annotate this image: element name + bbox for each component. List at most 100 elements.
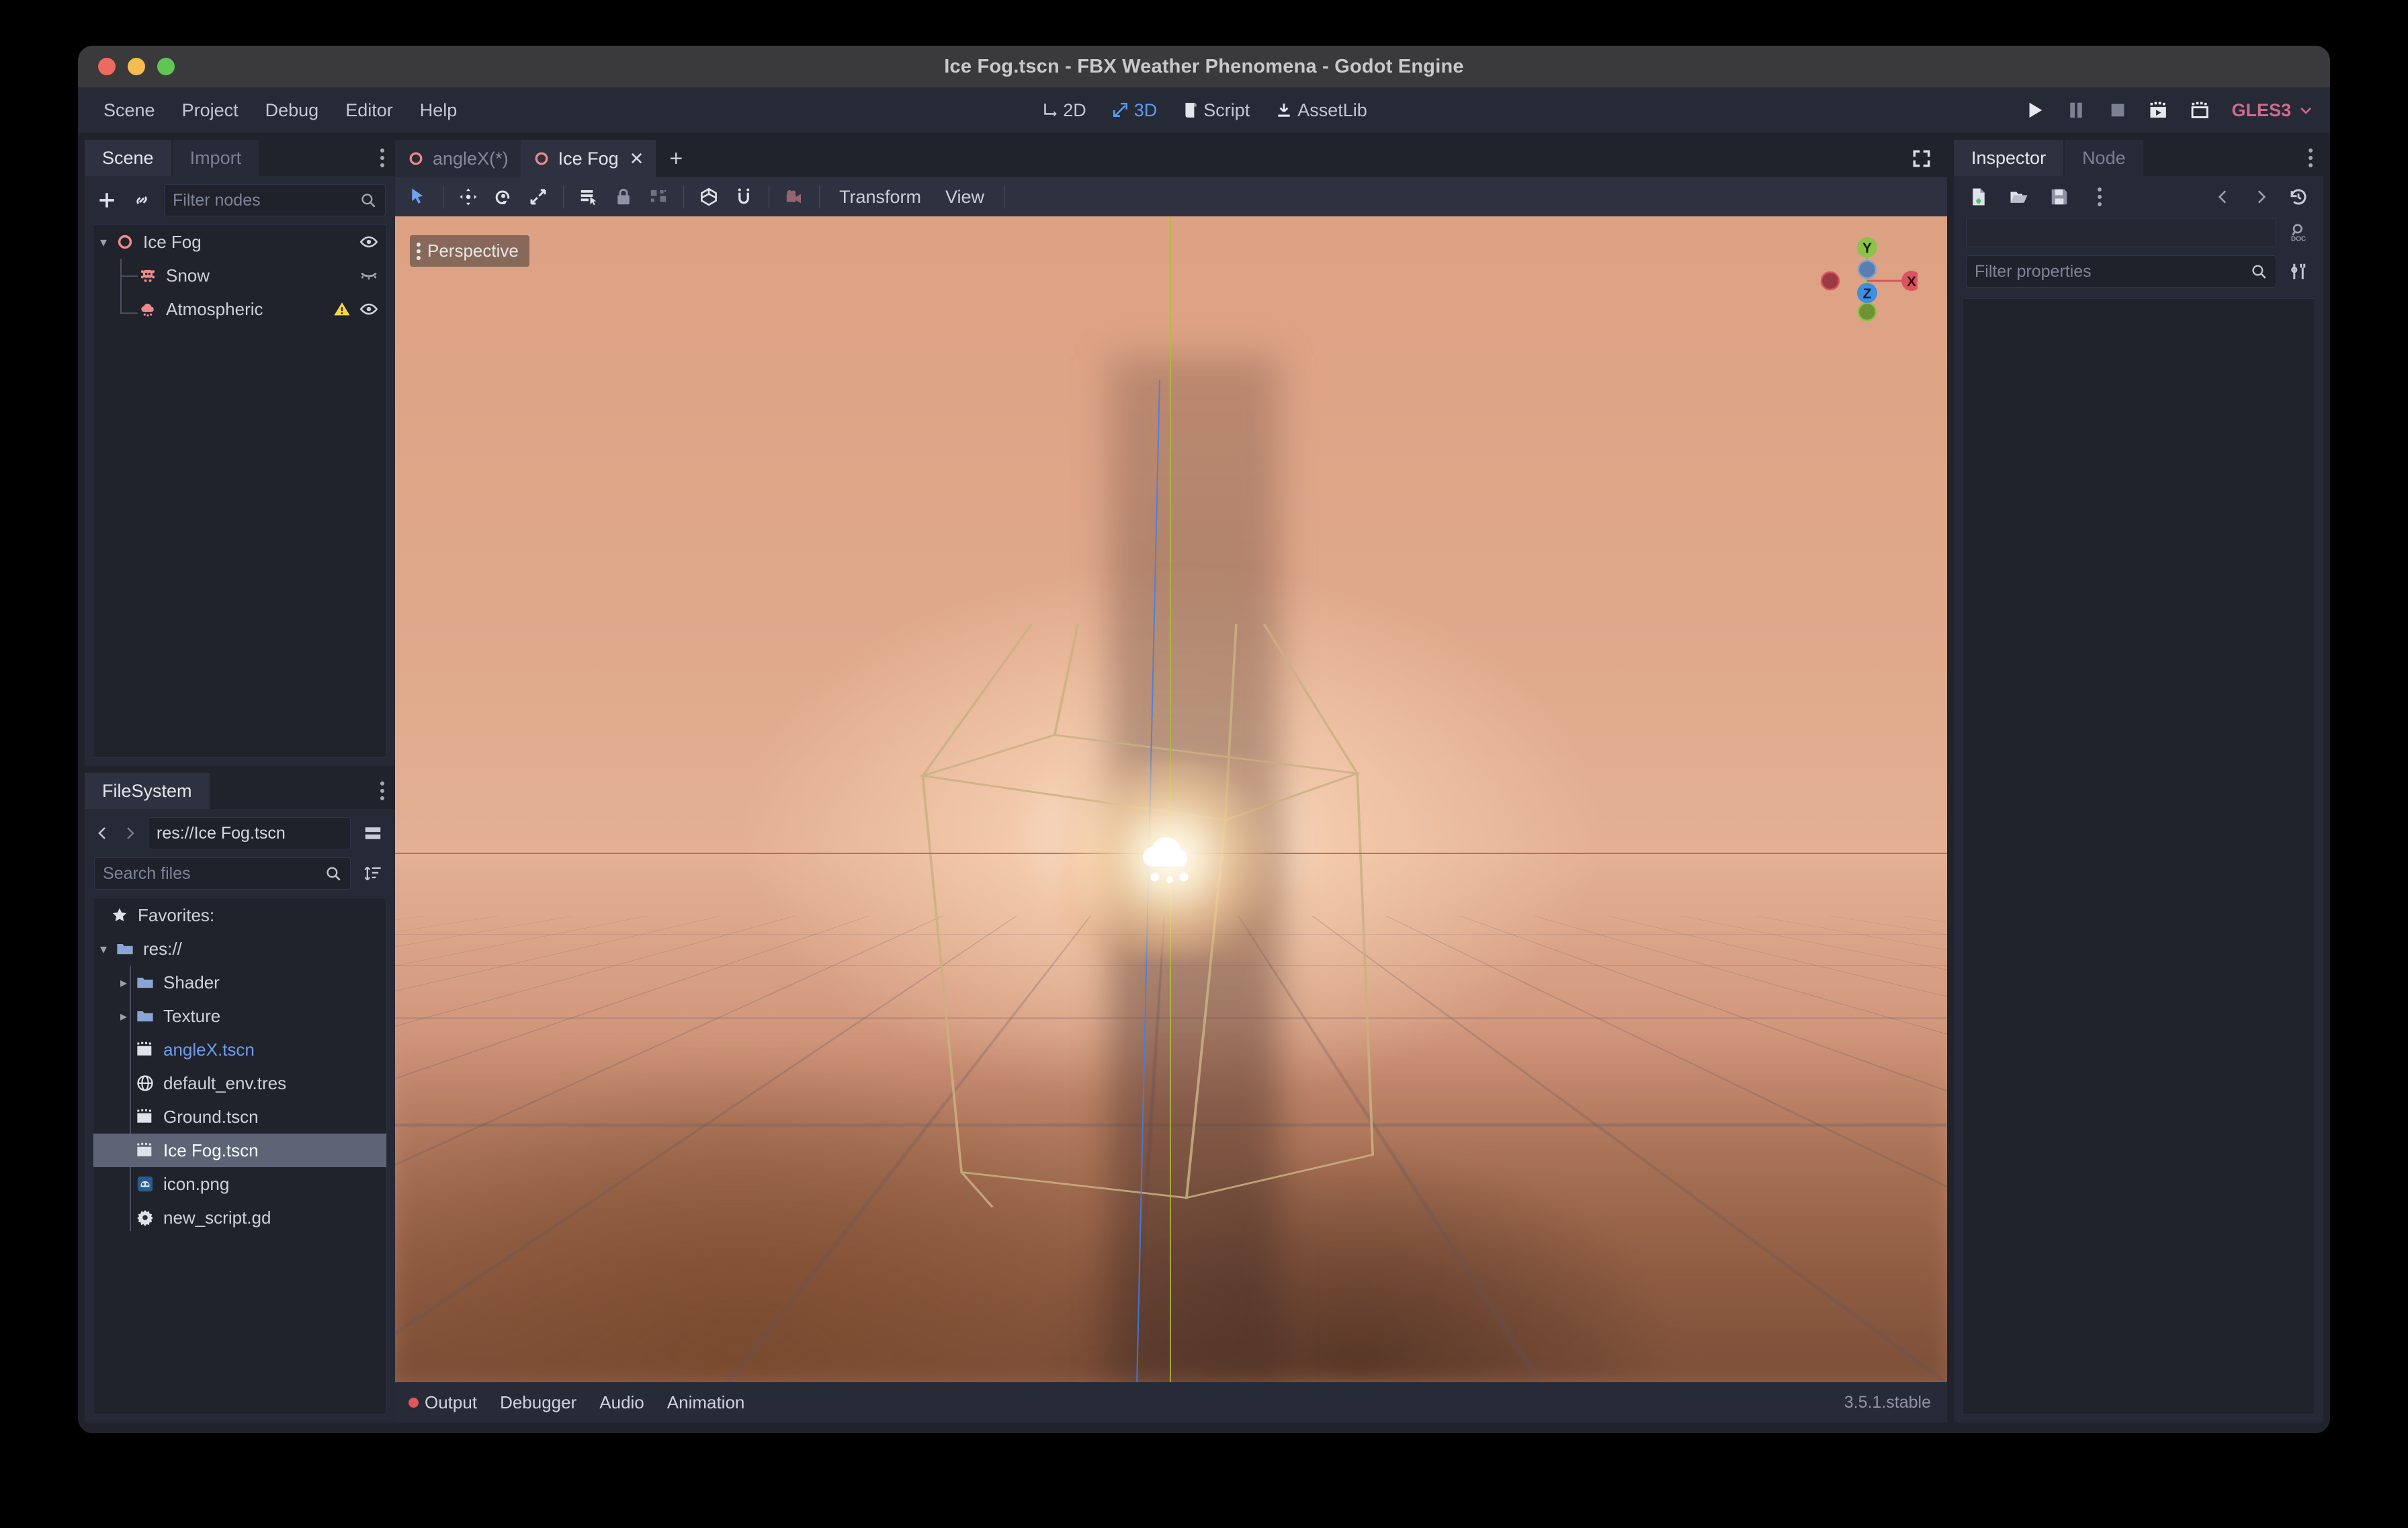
chevron-right-icon[interactable]: ▸ xyxy=(114,1008,134,1025)
history-next-button[interactable] xyxy=(2248,184,2274,210)
filesystem-path-input[interactable]: res://Ice Fog.tscn xyxy=(148,817,351,849)
bottom-pane-audio[interactable]: Audio xyxy=(599,1392,644,1413)
new-file-icon[interactable] xyxy=(1966,184,1991,210)
nav-back-button[interactable] xyxy=(94,820,112,846)
menu-project[interactable]: Project xyxy=(169,93,252,128)
scene-node-atmospheric[interactable]: Atmospheric xyxy=(93,292,386,326)
pause-button[interactable] xyxy=(2065,99,2088,122)
move-tool[interactable] xyxy=(452,182,484,212)
eye-closed-icon[interactable] xyxy=(359,266,378,285)
save-icon[interactable] xyxy=(2047,184,2072,210)
history-icon[interactable] xyxy=(2286,184,2311,210)
transform-menu[interactable]: Transform xyxy=(828,187,932,208)
nav-forward-button[interactable] xyxy=(121,820,138,846)
perspective-menu-button[interactable]: Perspective xyxy=(410,235,529,267)
filter-properties-input[interactable]: Filter properties xyxy=(1966,255,2276,288)
tab-scene[interactable]: Scene xyxy=(85,140,171,176)
play-button[interactable] xyxy=(2023,99,2046,122)
snap-tool[interactable] xyxy=(728,182,760,212)
scale-tool[interactable] xyxy=(522,182,554,212)
tab-node[interactable]: Node xyxy=(2065,140,2143,176)
scene-dock-menu-button[interactable] xyxy=(380,148,384,167)
menu-editor[interactable]: Editor xyxy=(332,93,406,128)
stop-button[interactable] xyxy=(2106,99,2129,122)
editor-tab-anglex[interactable]: angleX(*) xyxy=(395,140,521,177)
filesystem-entry-icon-png[interactable]: icon.png xyxy=(93,1167,386,1201)
play-scene-button[interactable] xyxy=(2148,99,2171,122)
chevron-down-icon[interactable]: ▾ xyxy=(93,941,114,958)
filesystem-entry-ice-fog-scene[interactable]: Ice Fog.tscn xyxy=(93,1134,386,1167)
3d-viewport[interactable]: Perspective Y Z X xyxy=(395,216,1947,1382)
group-tool[interactable] xyxy=(642,182,675,212)
eye-icon[interactable] xyxy=(359,232,378,251)
search-doc-icon[interactable]: DOC xyxy=(2286,220,2311,245)
tab-filesystem[interactable]: FileSystem xyxy=(85,773,210,809)
gizmo-axis-neg-x xyxy=(1820,271,1840,291)
chevron-down-icon[interactable]: ▾ xyxy=(93,234,114,251)
add-node-button[interactable] xyxy=(94,187,120,213)
tab-inspector[interactable]: Inspector xyxy=(1954,140,2064,176)
view-axis-gizmo[interactable]: Y Z X xyxy=(1817,232,1922,327)
scene-node-snow[interactable]: Snow xyxy=(93,259,386,292)
filesystem-tree[interactable]: Favorites: ▾ res:// ▸ Shader ▸ Texture a… xyxy=(93,898,387,1414)
folder-icon xyxy=(134,1005,157,1027)
eye-icon[interactable] xyxy=(359,300,378,319)
warning-icon[interactable] xyxy=(333,300,351,319)
filesystem-entry-ground-scene[interactable]: Ground.tscn xyxy=(93,1100,386,1134)
mesh-tool[interactable] xyxy=(693,182,725,212)
minimize-window-button[interactable] xyxy=(128,58,145,75)
maximize-window-button[interactable] xyxy=(157,58,175,75)
close-window-button[interactable] xyxy=(98,58,116,75)
new-scene-tab-button[interactable]: + xyxy=(656,140,696,177)
inspector-property-list[interactable] xyxy=(1962,298,2315,1414)
bottom-pane-output[interactable]: Output xyxy=(408,1392,477,1413)
tab-2d[interactable]: 2D xyxy=(1031,95,1096,126)
search-files-input[interactable]: Search files xyxy=(94,857,351,890)
folder-open-icon[interactable] xyxy=(2006,184,2032,210)
history-prev-button[interactable] xyxy=(2210,184,2236,210)
menu-debug[interactable]: Debug xyxy=(252,93,333,128)
chevron-right-icon[interactable]: ▸ xyxy=(114,974,134,991)
inspector-dock-menu-button[interactable] xyxy=(2309,148,2313,167)
filesystem-entry-shader[interactable]: ▸ Shader xyxy=(93,966,386,999)
instance-scene-button[interactable] xyxy=(129,187,155,213)
filesystem-entry-texture[interactable]: ▸ Texture xyxy=(93,999,386,1033)
expand-icon[interactable] xyxy=(1911,148,1932,169)
menu-help[interactable]: Help xyxy=(406,93,471,128)
rotate-tool[interactable] xyxy=(487,182,519,212)
lock-tool[interactable] xyxy=(607,182,640,212)
tab-script[interactable]: Script xyxy=(1173,95,1259,126)
renderer-selector[interactable]: GLES3 xyxy=(2231,100,2314,121)
camera-icon[interactable] xyxy=(778,182,810,212)
godot-editor: Scene Project Debug Editor Help 2D 3D Sc… xyxy=(78,87,2330,1433)
inspector-filter-row: Filter properties xyxy=(1954,255,2323,296)
filesystem-entry-res-root[interactable]: ▾ res:// xyxy=(93,932,386,966)
filesystem-entry-anglex-scene[interactable]: angleX.tscn xyxy=(93,1033,386,1066)
filesystem-entry-new-script[interactable]: new_script.gd xyxy=(93,1201,386,1234)
inspector-object-field[interactable] xyxy=(1966,218,2276,247)
sort-icon[interactable] xyxy=(360,861,386,886)
play-custom-scene-button[interactable] xyxy=(2190,99,2212,122)
select-tool[interactable] xyxy=(402,182,434,212)
close-tab-button[interactable]: ✕ xyxy=(630,148,644,169)
editor-tab-ice-fog[interactable]: Ice Fog ✕ xyxy=(520,140,656,177)
bottom-pane-debugger[interactable]: Debugger xyxy=(500,1392,576,1413)
filesystem-entry-default-env[interactable]: default_env.tres xyxy=(93,1066,386,1100)
menu-scene[interactable]: Scene xyxy=(90,93,169,128)
view-menu[interactable]: View xyxy=(935,187,995,208)
scene-node-ice-fog[interactable]: ▾ Ice Fog xyxy=(93,225,386,259)
resource-menu-button[interactable] xyxy=(2087,184,2112,210)
bottom-pane-label: Output xyxy=(425,1392,478,1412)
bottom-pane-animation[interactable]: Animation xyxy=(667,1392,745,1413)
split-mode-icon[interactable] xyxy=(360,820,386,846)
filesystem-dock-menu-button[interactable] xyxy=(380,781,384,800)
list-select-tool[interactable] xyxy=(572,182,605,212)
scene-tree[interactable]: ▾ Ice Fog Snow Atmospheric xyxy=(93,224,387,758)
filter-nodes-input[interactable]: Filter nodes xyxy=(164,184,386,216)
scene-dock-tabs: Scene Import xyxy=(85,140,395,176)
tab-assetlib[interactable]: AssetLib xyxy=(1266,95,1377,126)
tools-icon[interactable] xyxy=(2286,259,2311,284)
editor-topbar: Scene Project Debug Editor Help 2D 3D Sc… xyxy=(78,87,2330,133)
tab-import[interactable]: Import xyxy=(172,140,259,176)
tab-3d[interactable]: 3D xyxy=(1103,95,1167,126)
